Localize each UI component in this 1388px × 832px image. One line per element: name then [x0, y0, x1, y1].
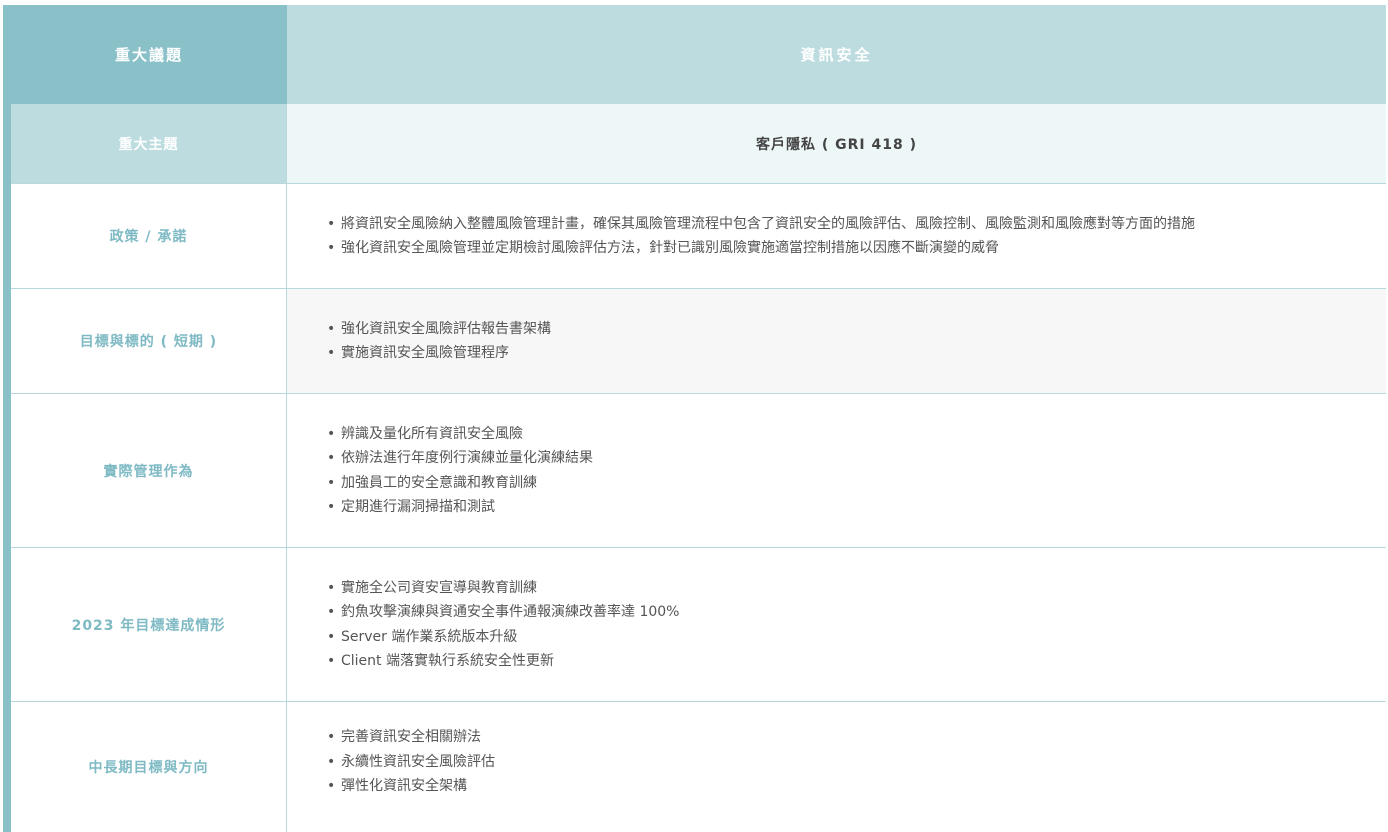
- policy-row: 政策 / 承諾 將資訊安全風險納入整體風險管理計畫，確保其風險管理流程中包含了資…: [11, 184, 1386, 289]
- list-item: 辨識及量化所有資訊安全風險: [327, 422, 1386, 447]
- list-item: Client 端落實執行系統安全性更新: [327, 649, 1386, 674]
- row-content: 辨識及量化所有資訊安全風險 依辦法進行年度例行演練並量化演練結果 加強員工的安全…: [287, 394, 1386, 547]
- topic-value: 客戶隱私 ( GRI 418 ): [287, 104, 1386, 183]
- header-value: 資訊安全: [287, 5, 1386, 104]
- row-content: 實施全公司資安宣導與教育訓練 釣魚攻擊演練與資通安全事件通報演練改善率達 100…: [287, 548, 1386, 701]
- bullet-list: 將資訊安全風險納入整體風險管理計畫，確保其風險管理流程中包含了資訊安全的風險評估…: [327, 212, 1386, 261]
- bullet-list: 強化資訊安全風險評估報告書架構 實施資訊安全風險管理程序: [327, 317, 1386, 366]
- row-label: 政策 / 承諾: [11, 184, 287, 288]
- row-label: 實際管理作為: [11, 394, 287, 547]
- row-label: 2023 年目標達成情形: [11, 548, 287, 701]
- achievement-row: 2023 年目標達成情形 實施全公司資安宣導與教育訓練 釣魚攻擊演練與資通安全事…: [11, 548, 1386, 702]
- list-item: 加強員工的安全意識和教育訓練: [327, 471, 1386, 496]
- list-item: 強化資訊安全風險評估報告書架構: [327, 317, 1386, 342]
- list-item: 永續性資訊安全風險評估: [327, 750, 1386, 775]
- list-item: 實施資訊安全風險管理程序: [327, 341, 1386, 366]
- management-actions-row: 實際管理作為 辨識及量化所有資訊安全風險 依辦法進行年度例行演練並量化演練結果 …: [11, 394, 1386, 548]
- list-item: 實施全公司資安宣導與教育訓練: [327, 576, 1386, 601]
- header-label: 重大議題: [11, 5, 287, 104]
- list-item: 強化資訊安全風險管理並定期檢討風險評估方法，針對已識別風險實施適當控制措施以因應…: [327, 236, 1386, 261]
- bullet-list: 實施全公司資安宣導與教育訓練 釣魚攻擊演練與資通安全事件通報演練改善率達 100…: [327, 576, 1386, 674]
- table-header-row: 重大議題 資訊安全: [11, 5, 1386, 104]
- row-label: 中長期目標與方向: [11, 702, 287, 832]
- topic-row: 重大主題 客戶隱私 ( GRI 418 ): [11, 104, 1386, 184]
- short-term-goals-row: 目標與標的 ( 短期 ) 強化資訊安全風險評估報告書架構 實施資訊安全風險管理程…: [11, 289, 1386, 394]
- row-label: 目標與標的 ( 短期 ): [11, 289, 287, 393]
- list-item: 定期進行漏洞掃描和測試: [327, 495, 1386, 520]
- row-content: 強化資訊安全風險評估報告書架構 實施資訊安全風險管理程序: [287, 289, 1386, 393]
- bullet-list: 辨識及量化所有資訊安全風險 依辦法進行年度例行演練並量化演練結果 加強員工的安全…: [327, 422, 1386, 520]
- topic-label: 重大主題: [11, 104, 287, 183]
- row-content: 將資訊安全風險納入整體風險管理計畫，確保其風險管理流程中包含了資訊安全的風險評估…: [287, 184, 1386, 288]
- list-item: 將資訊安全風險納入整體風險管理計畫，確保其風險管理流程中包含了資訊安全的風險評估…: [327, 212, 1386, 237]
- material-topic-table: 重大議題 資訊安全 重大主題 客戶隱私 ( GRI 418 ) 政策 / 承諾 …: [3, 5, 1386, 832]
- list-item: 釣魚攻擊演練與資通安全事件通報演練改善率達 100%: [327, 600, 1386, 625]
- long-term-goals-row: 中長期目標與方向 完善資訊安全相關辦法 永續性資訊安全風險評估 彈性化資訊安全架…: [11, 702, 1386, 832]
- list-item: 完善資訊安全相關辦法: [327, 725, 1386, 750]
- list-item: 彈性化資訊安全架構: [327, 774, 1386, 799]
- bullet-list: 完善資訊安全相關辦法 永續性資訊安全風險評估 彈性化資訊安全架構: [327, 725, 1386, 799]
- list-item: 依辦法進行年度例行演練並量化演練結果: [327, 446, 1386, 471]
- row-content: 完善資訊安全相關辦法 永續性資訊安全風險評估 彈性化資訊安全架構: [287, 702, 1386, 832]
- list-item: Server 端作業系統版本升級: [327, 625, 1386, 650]
